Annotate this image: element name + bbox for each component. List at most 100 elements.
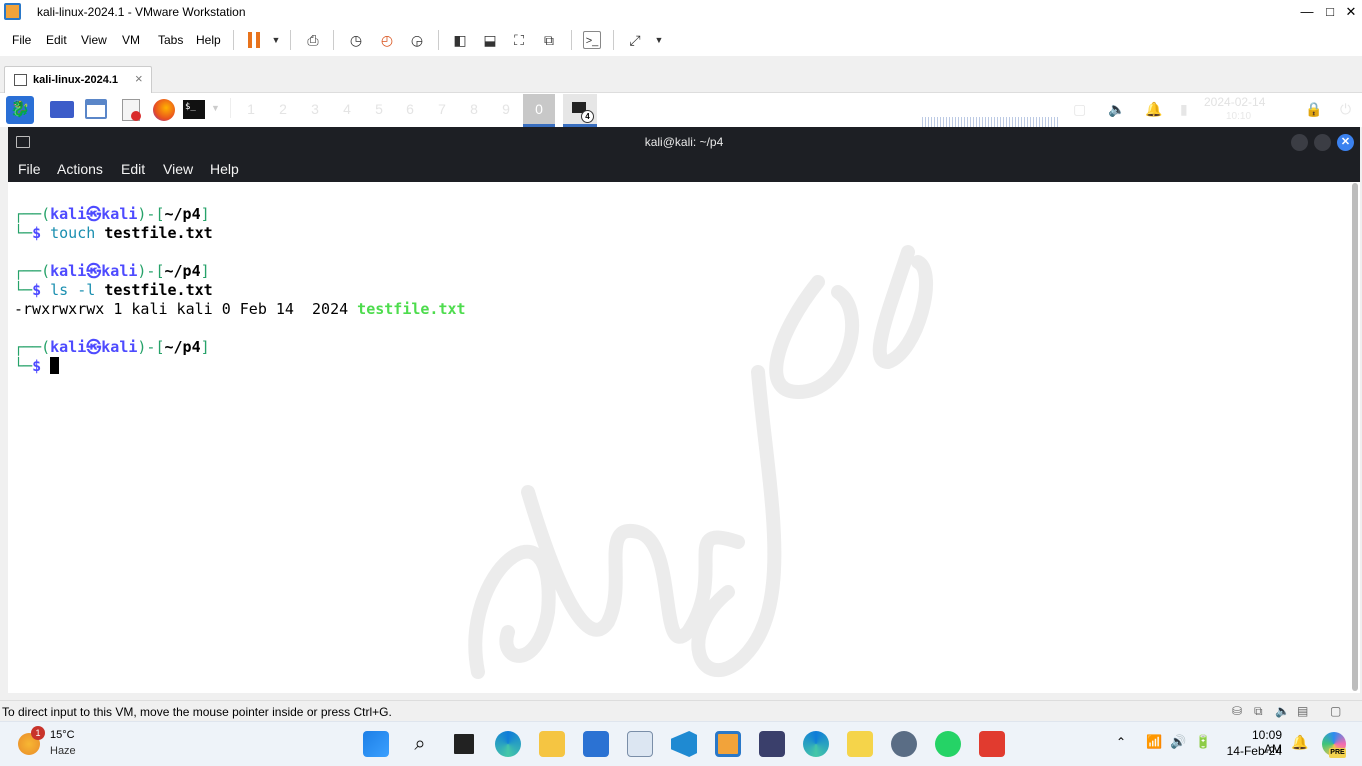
- paint-icon[interactable]: [759, 731, 785, 757]
- speaker-icon[interactable]: 🔊: [1170, 734, 1186, 750]
- printer-icon[interactable]: ▤: [1297, 704, 1308, 718]
- vmware-app-icon: [4, 3, 21, 20]
- file-manager-icon[interactable]: [85, 99, 107, 119]
- command-name: ls -l: [50, 281, 96, 299]
- revert-snapshot-icon[interactable]: ◴: [378, 31, 396, 49]
- edge-profile-icon[interactable]: [803, 731, 829, 757]
- microsoft-store-icon[interactable]: [583, 731, 609, 757]
- workspace-5[interactable]: 5: [367, 101, 391, 119]
- term-menu-actions[interactable]: Actions: [57, 161, 103, 177]
- edge-icon[interactable]: [495, 731, 521, 757]
- snapshot-manager-icon[interactable]: ◶: [408, 31, 426, 49]
- minimize-button[interactable]: —: [1296, 2, 1318, 22]
- photos-icon[interactable]: [627, 731, 653, 757]
- term-menu-edit[interactable]: Edit: [121, 161, 145, 177]
- workspace-3[interactable]: 3: [303, 101, 327, 119]
- show-desktop-icon[interactable]: [50, 101, 74, 118]
- prompt-dollar: $: [32, 224, 42, 242]
- menu-tabs[interactable]: Tabs: [158, 33, 183, 47]
- sound-card-icon[interactable]: 🔈: [1275, 704, 1290, 718]
- hard-disk-icon[interactable]: ⛁: [1232, 704, 1242, 718]
- terminal-menubar: File Actions Edit View Help: [8, 158, 1360, 182]
- taskbar-date[interactable]: 14-Feb-24: [1226, 744, 1282, 758]
- workspace-2[interactable]: 2: [271, 101, 295, 119]
- anydesk-icon[interactable]: [979, 731, 1005, 757]
- launcher-dropdown-icon[interactable]: ▼: [211, 103, 220, 113]
- message-log-icon[interactable]: ▢: [1330, 704, 1341, 718]
- command-arg: testfile.txt: [104, 224, 213, 242]
- show-hidden-icons-icon[interactable]: ⌃: [1116, 735, 1126, 749]
- thumbnail-bar-icon[interactable]: ⬓: [481, 31, 499, 49]
- firefox-icon[interactable]: [153, 99, 175, 121]
- folder-search-icon[interactable]: [847, 731, 873, 757]
- volume-icon[interactable]: 🔈: [1108, 101, 1125, 118]
- logout-icon[interactable]: ⏻: [1340, 101, 1351, 118]
- maximize-button[interactable]: □: [1319, 2, 1341, 22]
- terminal-launcher-icon[interactable]: $_: [183, 100, 205, 119]
- file-explorer-icon[interactable]: [539, 731, 565, 757]
- vmware-menubar: File Edit View VM Tabs Help: [0, 24, 1362, 56]
- term-menu-help[interactable]: Help: [210, 161, 239, 177]
- battery-icon[interactable]: 🔋: [1195, 734, 1211, 750]
- taskbar-terminal-group[interactable]: 4: [563, 94, 597, 127]
- task-view-icon[interactable]: [451, 731, 477, 757]
- search-icon[interactable]: ⌕: [407, 731, 433, 757]
- workspace-9[interactable]: 9: [494, 101, 518, 119]
- term-menu-file[interactable]: File: [18, 161, 41, 177]
- panel-time[interactable]: 10:10: [1226, 111, 1251, 122]
- notifications-icon[interactable]: 🔔: [1145, 101, 1162, 118]
- window-title: kali-linux-2024.1 - VMware Workstation: [37, 5, 246, 19]
- terminal-window[interactable]: kali@kali: ~/p4 ✕ File Actions Edit View…: [8, 127, 1360, 693]
- workspace-8[interactable]: 8: [462, 101, 486, 119]
- vmware-taskbar-icon[interactable]: [715, 731, 741, 757]
- menu-help[interactable]: Help: [196, 33, 221, 47]
- menu-view[interactable]: View: [81, 33, 107, 47]
- stretch-guest-icon[interactable]: ⤢: [626, 31, 644, 49]
- weather-temperature[interactable]: 15°C: [50, 729, 75, 741]
- panel-date[interactable]: 2024-02-14: [1204, 95, 1265, 109]
- terminal-scrollbar[interactable]: [1352, 183, 1358, 691]
- toolbar-divider: [333, 30, 334, 50]
- wifi-icon[interactable]: 📶: [1146, 734, 1162, 750]
- pause-icon[interactable]: [248, 32, 252, 48]
- menu-edit[interactable]: Edit: [46, 33, 67, 47]
- close-button[interactable]: ✕: [1340, 2, 1362, 22]
- workspace-1[interactable]: 1: [239, 101, 263, 119]
- send-ctrl-alt-del-icon[interactable]: ⎙: [304, 31, 322, 49]
- clipboard-icon[interactable]: ▢: [1073, 101, 1086, 118]
- prompt-dollar: $: [32, 281, 42, 299]
- kali-menu-icon[interactable]: 🐉: [6, 96, 34, 124]
- workspace-7[interactable]: 7: [430, 101, 454, 119]
- lock-screen-icon[interactable]: 🔒: [1305, 101, 1322, 118]
- terminal-output[interactable]: ┌──(kali㉿kali)-[~/p4] └─$ touch testfile…: [8, 182, 1350, 693]
- network-adapter-icon[interactable]: ⧉: [1254, 704, 1263, 719]
- library-icon[interactable]: ◧: [451, 31, 469, 49]
- console-view-icon[interactable]: >_: [583, 31, 601, 49]
- pause-icon-bar: [256, 32, 260, 48]
- window-count-badge: 4: [581, 110, 594, 123]
- unity-icon[interactable]: ⧉: [540, 31, 558, 49]
- full-screen-icon[interactable]: ⛶: [510, 31, 528, 49]
- vm-tab[interactable]: kali-linux-2024.1 ×: [4, 66, 152, 94]
- notification-bell-icon[interactable]: 🔔: [1291, 734, 1308, 751]
- whatsapp-icon[interactable]: [935, 731, 961, 757]
- settings-icon[interactable]: [891, 731, 917, 757]
- prompt-at: ㉿: [86, 338, 102, 356]
- power-manager-icon[interactable]: ▮: [1180, 101, 1188, 118]
- menu-file[interactable]: File: [12, 33, 31, 47]
- snapshot-icon[interactable]: ◷: [347, 31, 365, 49]
- stretch-dropdown-icon[interactable]: ▼: [650, 31, 668, 49]
- prompt-host: kali: [101, 338, 138, 356]
- workspace-active[interactable]: 0: [523, 94, 555, 127]
- terminal-maximize-button[interactable]: [1314, 134, 1331, 151]
- vm-tab-close-icon[interactable]: ×: [135, 71, 143, 86]
- weather-condition[interactable]: Haze: [50, 745, 76, 757]
- terminal-close-button[interactable]: ✕: [1337, 134, 1354, 151]
- pause-dropdown-icon[interactable]: ▼: [267, 31, 285, 49]
- terminal-minimize-button[interactable]: [1291, 134, 1308, 151]
- menu-vm[interactable]: VM: [122, 33, 140, 47]
- windows-start-icon[interactable]: [363, 731, 389, 757]
- term-menu-view[interactable]: View: [163, 161, 193, 177]
- workspace-4[interactable]: 4: [335, 101, 359, 119]
- workspace-6[interactable]: 6: [398, 101, 422, 119]
